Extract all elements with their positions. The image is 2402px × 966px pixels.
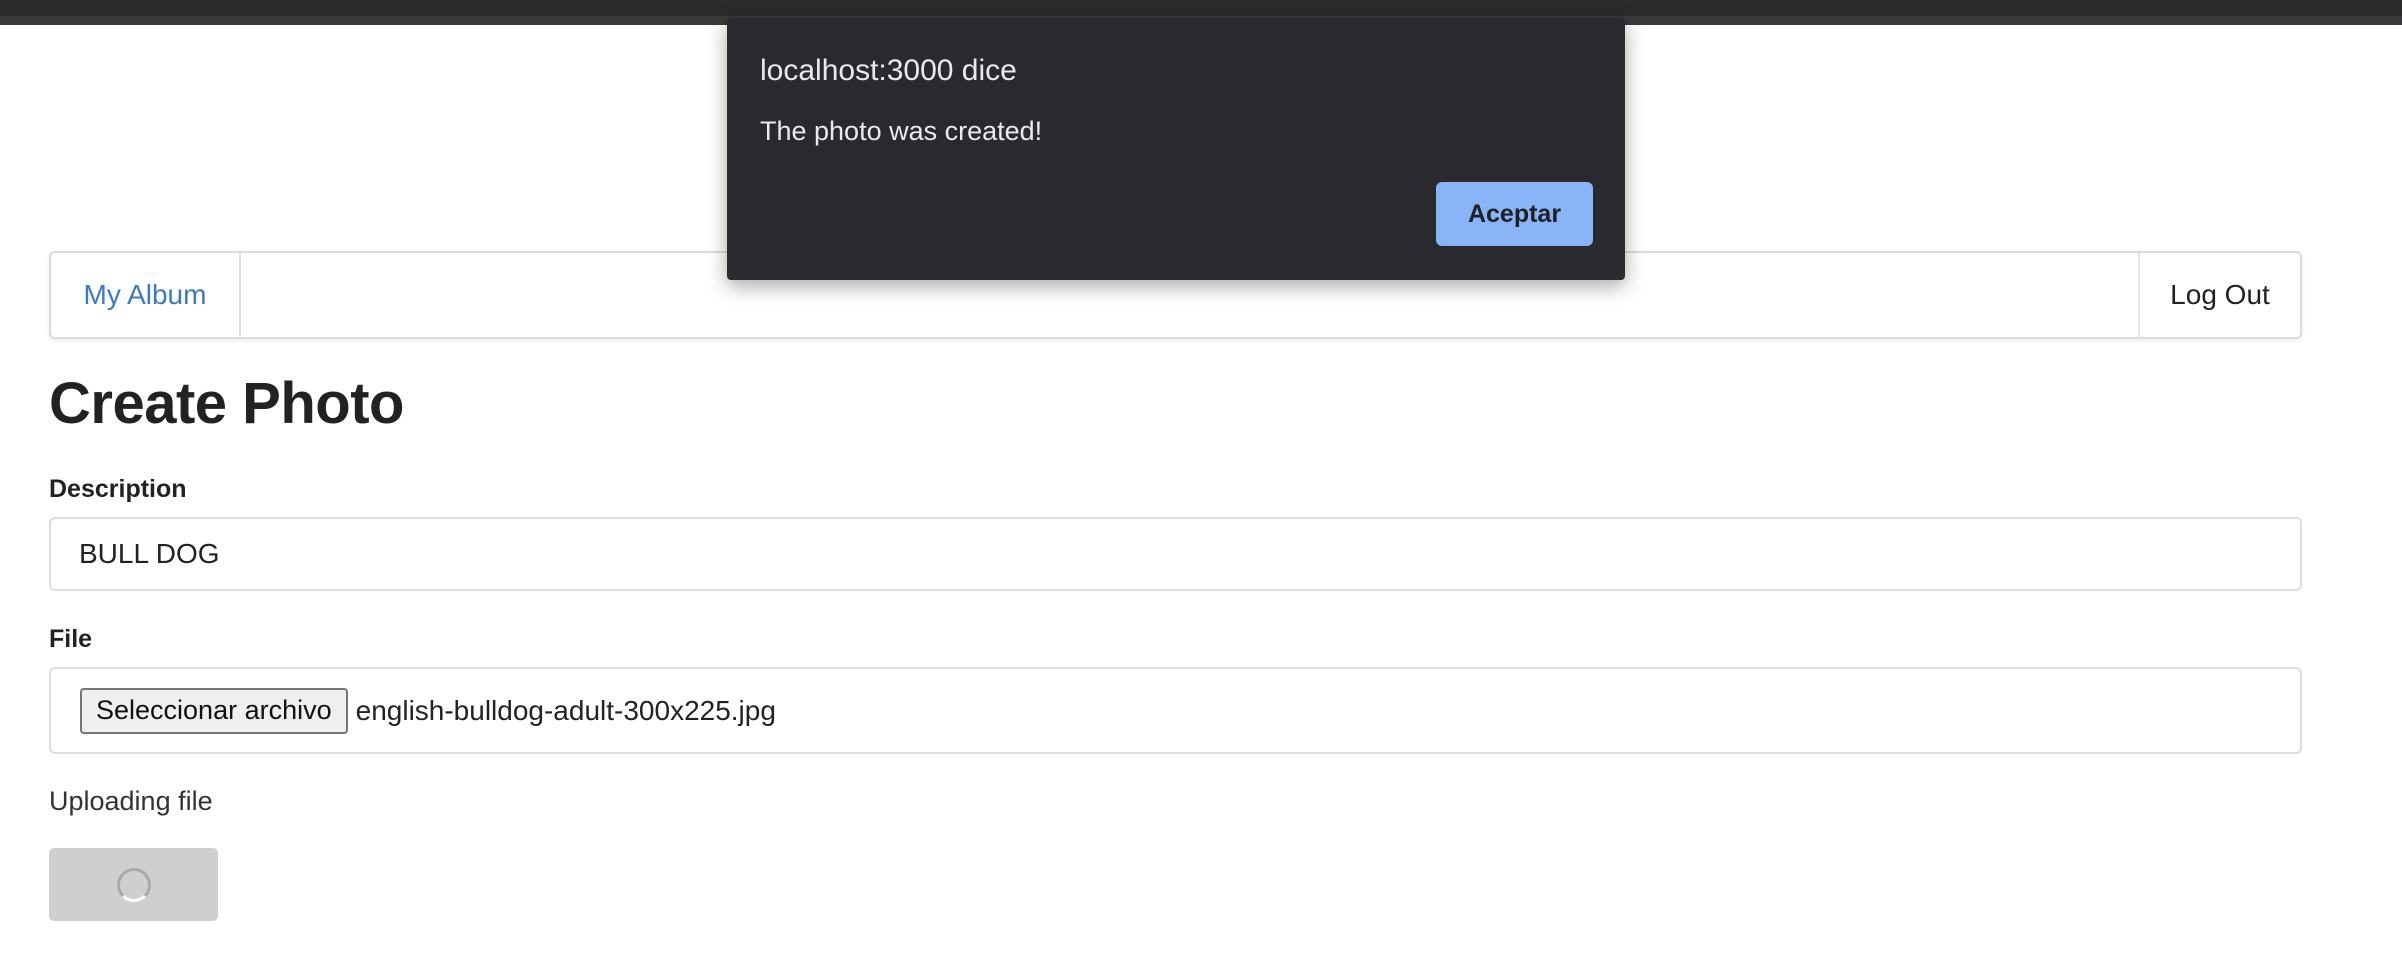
- uploading-status-text: Uploading file: [49, 786, 213, 816]
- dialog-title: localhost:3000 dice: [760, 54, 1017, 87]
- uploading-button: [49, 848, 218, 921]
- selected-file-name: english-bulldog-adult-300x225.jpg: [355, 694, 776, 726]
- page-title: Create Photo: [49, 371, 404, 436]
- spinner-icon: [116, 867, 151, 902]
- alert-dialog: localhost:3000 dice The photo was create…: [727, 18, 1625, 280]
- description-label: Description: [49, 475, 187, 503]
- select-file-button[interactable]: Seleccionar archivo: [80, 687, 348, 734]
- file-input: Seleccionar archivo english-bulldog-adul…: [49, 667, 2302, 754]
- nav-logout-button[interactable]: Log Out: [2138, 253, 2300, 337]
- dialog-ok-button[interactable]: Aceptar: [1436, 182, 1593, 246]
- description-input[interactable]: [49, 517, 2302, 591]
- nav-my-album-link[interactable]: My Album: [51, 253, 241, 337]
- dialog-message: The photo was created!: [760, 116, 1043, 146]
- file-label: File: [49, 625, 93, 653]
